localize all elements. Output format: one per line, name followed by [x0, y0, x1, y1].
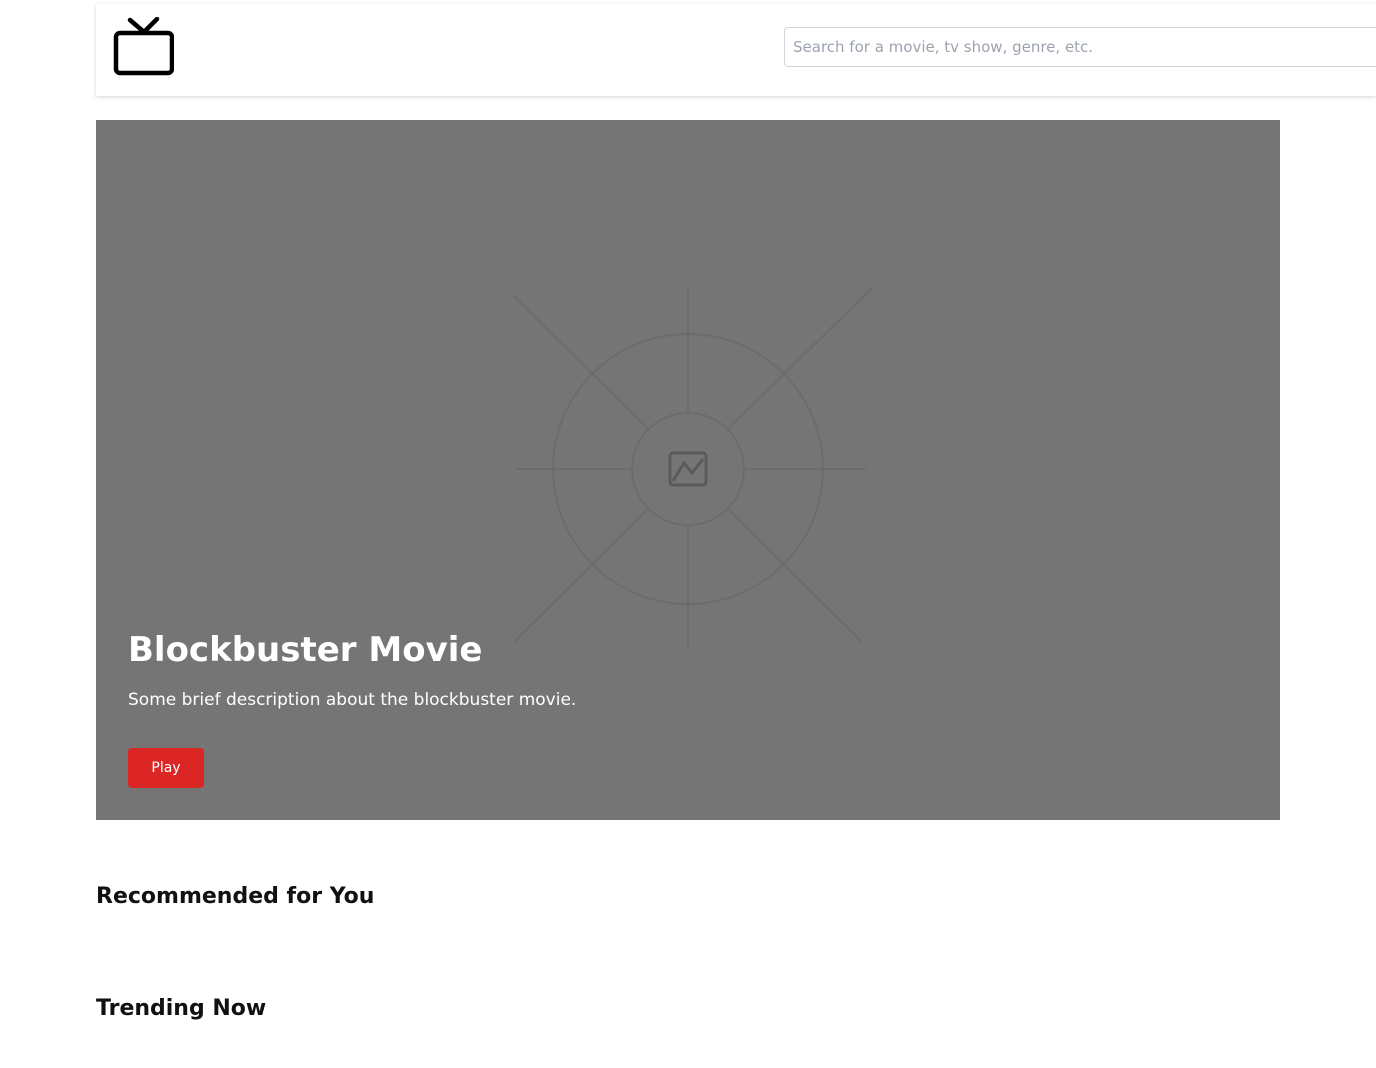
search-input[interactable]	[784, 27, 1376, 67]
hero-banner: Blockbuster Movie Some brief description…	[96, 120, 1280, 820]
site-header	[96, 4, 1376, 96]
hero-description: Some brief description about the blockbu…	[128, 690, 577, 710]
trending-section-title: Trending Now	[96, 996, 267, 1021]
recommended-section-title: Recommended for You	[96, 884, 375, 909]
tv-icon[interactable]	[110, 17, 174, 81]
play-button[interactable]: Play	[128, 748, 204, 788]
image-placeholder-icon	[513, 285, 873, 650]
hero-title: Blockbuster Movie	[128, 630, 483, 670]
